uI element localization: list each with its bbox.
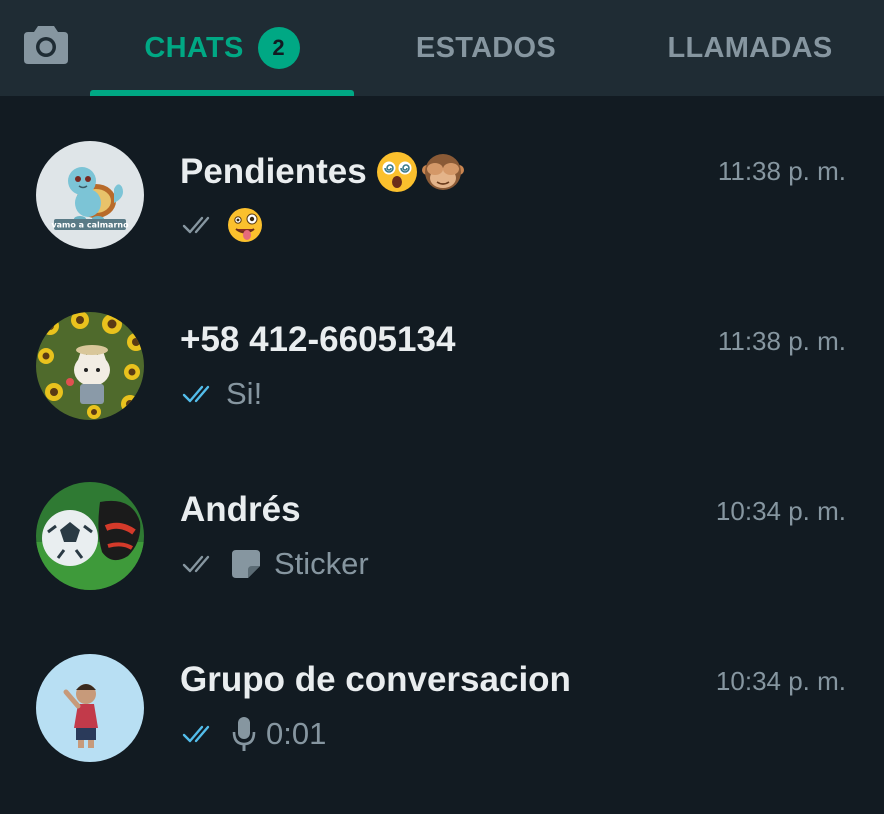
tab-estados-label: ESTADOS [415, 31, 557, 64]
chat-name: Grupo de conversacion [180, 660, 571, 699]
avatar-caption: vamo a calmarno [51, 221, 129, 230]
chat-time: 10:34 p. m. [715, 666, 846, 696]
double-check-grey-icon [182, 555, 210, 573]
chat-name: Pendientes [180, 150, 465, 194]
zany-face-emoji [228, 208, 262, 242]
see-no-evil-monkey-emoji [421, 154, 464, 190]
sticker-icon [232, 550, 260, 578]
unread-count-badge: 2 [257, 27, 300, 69]
avatar[interactable] [36, 312, 144, 420]
top-tab-bar: CHATS 2 ESTADOS LLAMADAS [0, 0, 884, 96]
chat-preview: Si! [182, 376, 262, 412]
chat-preview: 0:01 [182, 716, 326, 752]
active-tab-indicator [90, 90, 354, 96]
chat-preview-text: Sticker [274, 546, 369, 581]
chat-name-text: Pendientes [180, 152, 367, 191]
chat-time: 11:38 p. m. [717, 326, 846, 356]
chat-row-grupo-de-conversacion[interactable]: Grupo de conversacion 10:34 p. m. 0:01 [0, 620, 884, 790]
chat-time: 10:34 p. m. [715, 496, 846, 526]
double-check-grey-icon [182, 216, 210, 234]
chat-preview: Sticker [182, 546, 369, 582]
chat-row-pendientes[interactable]: vamo a calmarno Pendientes 11:38 p. m. [0, 110, 884, 280]
tab-chats[interactable]: CHATS 2 [90, 0, 354, 96]
double-check-blue-icon [182, 725, 210, 743]
chat-time: 11:38 p. m. [717, 156, 846, 186]
chat-row-andres[interactable]: Andrés 10:34 p. m. Sticker [0, 450, 884, 620]
avatar[interactable] [36, 482, 144, 590]
avatar[interactable]: vamo a calmarno [36, 141, 144, 249]
avatar[interactable] [36, 654, 144, 762]
chat-preview [182, 206, 264, 244]
tab-chats-label: CHATS [144, 31, 244, 64]
chat-row-phone-number[interactable]: +58 412-6605134 11:38 p. m. Si! [0, 280, 884, 450]
tab-llamadas-label: LLAMADAS [667, 31, 833, 64]
chat-name: Andrés [180, 490, 301, 529]
camera-icon[interactable] [22, 22, 70, 66]
whatsapp-app: CHATS 2 ESTADOS LLAMADAS vamo a calmarno… [0, 0, 884, 814]
chat-name: +58 412-6605134 [180, 320, 456, 359]
mic-icon [232, 717, 256, 751]
tab-llamadas[interactable]: LLAMADAS [634, 0, 866, 96]
dizzy-face-emoji [376, 152, 417, 192]
double-check-blue-icon [182, 385, 210, 403]
tab-estados[interactable]: ESTADOS [370, 0, 602, 96]
chat-preview-text: Si! [226, 376, 263, 411]
chat-preview-text: 0:01 [266, 716, 327, 751]
